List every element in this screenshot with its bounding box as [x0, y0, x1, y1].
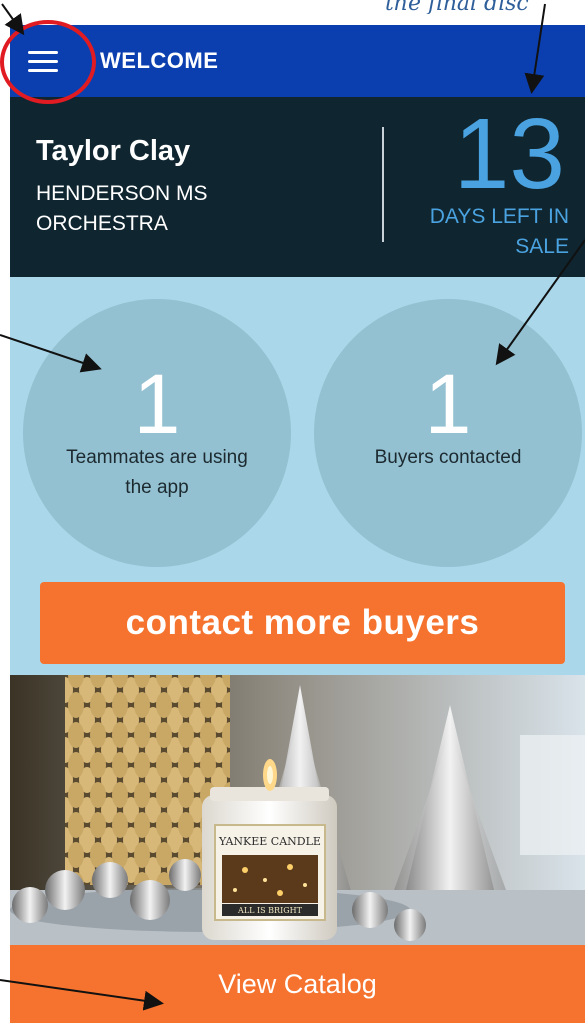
buyers-label: Buyers contacted — [374, 447, 522, 468]
page-title: WELCOME — [100, 48, 219, 73]
buyers-stat: 1 Buyers contacted — [314, 299, 582, 567]
hamburger-menu-icon — [28, 45, 58, 78]
teammates-label: Teammates are using the app — [66, 447, 248, 498]
app-bar: WELCOME — [10, 25, 585, 97]
buyers-count: 1 — [424, 357, 472, 451]
candle-scene-illustration: YANKEE CANDLE ALL IS BRIGHT — [10, 675, 585, 945]
seller-header: Taylor Clay HENDERSON MS ORCHESTRA 13 DA… — [10, 97, 585, 277]
days-left-count: 13 — [453, 98, 565, 210]
app-screen: WELCOME Taylor Clay HENDERSON MS ORCHEST… — [10, 25, 585, 1023]
contact-more-buyers-button[interactable]: contact more buyers — [40, 582, 565, 664]
days-left-label: DAYS LEFT IN SALE — [429, 205, 569, 258]
annotation-caption: the final disc — [385, 0, 529, 14]
teammates-count: 1 — [133, 357, 181, 451]
seller-group: HENDERSON MS ORCHESTRA — [36, 182, 208, 235]
candle-brand-label: YANKEE CANDLE — [218, 835, 321, 848]
teammates-stat: 1 Teammates are using the app — [23, 299, 291, 567]
seller-name: Taylor Clay — [36, 135, 191, 167]
view-catalog-button[interactable]: View Catalog — [10, 945, 585, 1023]
header-divider — [382, 127, 384, 242]
menu-button[interactable] — [14, 32, 72, 90]
promo-image: YANKEE CANDLE ALL IS BRIGHT — [10, 675, 585, 945]
candle-product-label: ALL IS BRIGHT — [237, 906, 303, 915]
